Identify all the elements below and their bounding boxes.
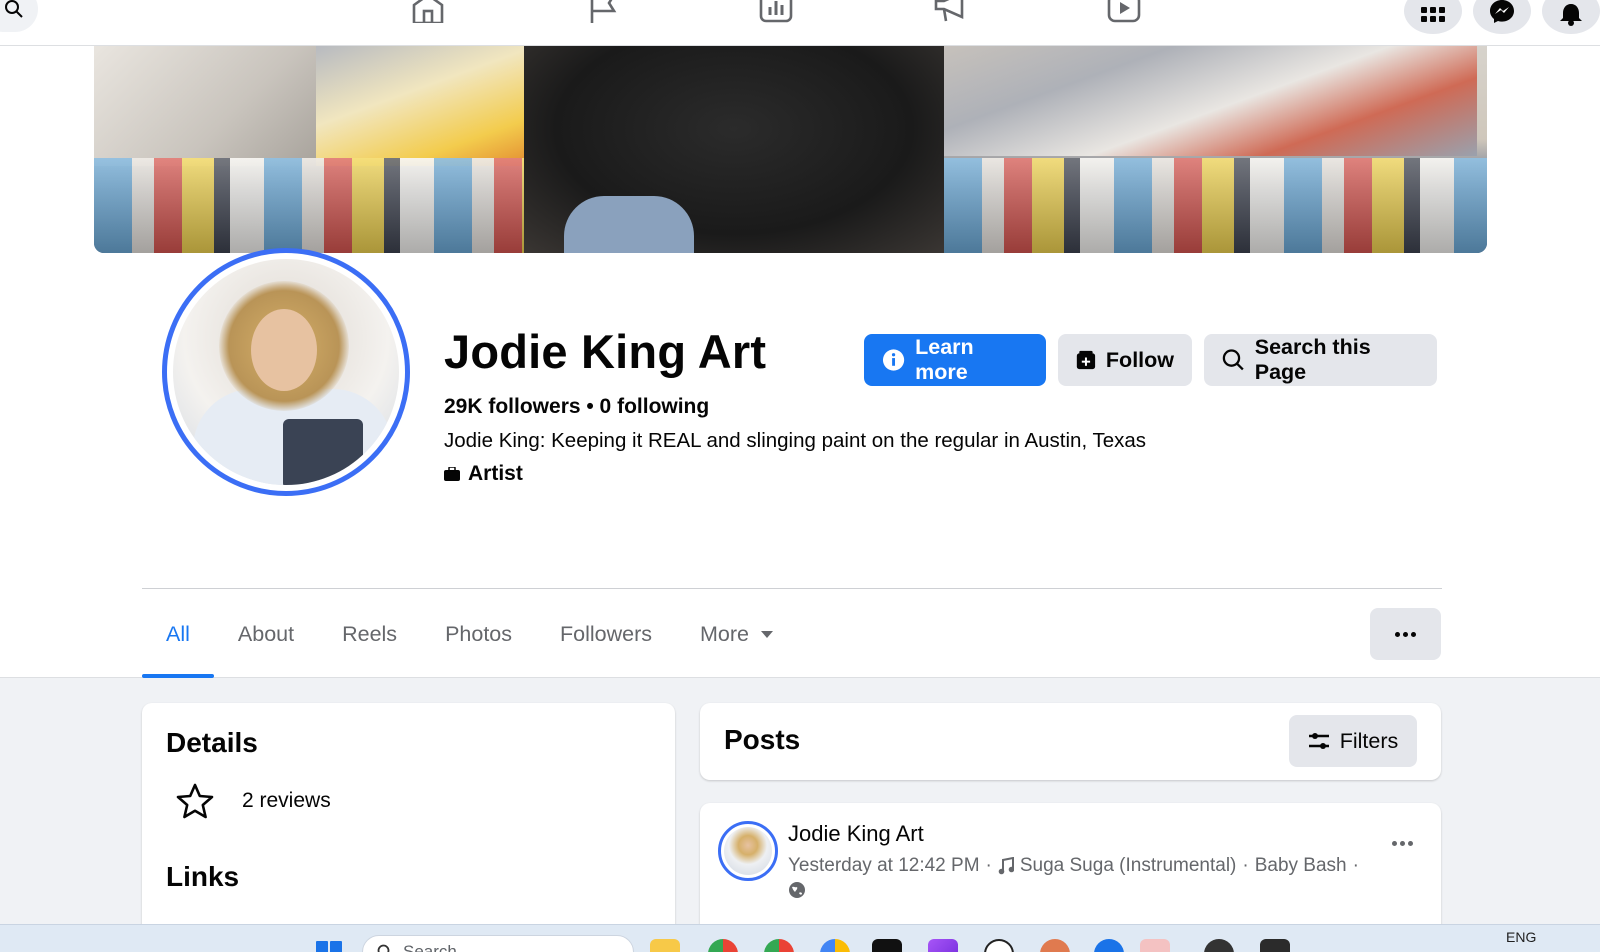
messenger-button[interactable]: [1473, 0, 1531, 34]
claude-icon[interactable]: [1040, 939, 1070, 952]
separator: ·: [1242, 855, 1249, 876]
menu-button[interactable]: [1404, 0, 1462, 34]
video-icon: [1107, 0, 1141, 23]
details-card: Details 2 reviews Links: [142, 703, 675, 952]
info-icon: [882, 349, 905, 371]
tab-followers[interactable]: Followers: [536, 590, 676, 678]
briefcase-icon: [444, 467, 460, 481]
tab-about[interactable]: About: [214, 590, 318, 678]
separator: ·: [985, 855, 992, 876]
home-icon: [412, 0, 444, 23]
globe-icon: [789, 882, 805, 898]
tab-followers-label: Followers: [560, 621, 652, 646]
chart-icon: [759, 0, 793, 23]
followers-count[interactable]: 29K followers • 0 following: [444, 395, 709, 419]
os-taskbar: Search ENG: [0, 924, 1600, 952]
follow-label: Follow: [1105, 347, 1174, 372]
tab-reels[interactable]: Reels: [318, 590, 421, 678]
terminal-icon[interactable]: [1260, 939, 1290, 952]
nav-pages[interactable]: [582, 0, 622, 24]
music-note-icon: [998, 857, 1014, 875]
messenger-icon: [1490, 0, 1514, 23]
post-song[interactable]: Suga Suga (Instrumental): [1020, 855, 1237, 877]
caret-down-icon: [760, 630, 773, 638]
post-meta: Yesterday at 12:42 PM · Suga Suga (Instr…: [788, 855, 1359, 877]
notifications-button[interactable]: [1542, 0, 1600, 34]
header-divider: [142, 588, 1442, 589]
chatgpt-icon[interactable]: [984, 939, 1014, 952]
search-page-button[interactable]: Search this Page: [1204, 334, 1437, 386]
post-timestamp[interactable]: Yesterday at 12:42 PM: [788, 855, 980, 877]
tab-reels-label: Reels: [342, 621, 398, 646]
file-explorer-icon[interactable]: [650, 939, 680, 952]
details-title: Details: [166, 727, 258, 758]
top-navigation-bar: [0, 0, 1600, 46]
menu-grid-icon: [1421, 7, 1445, 22]
sliders-icon: [1308, 733, 1329, 749]
tab-more-label: More: [700, 621, 749, 646]
chrome-icon[interactable]: [820, 939, 850, 952]
nav-ads[interactable]: [930, 0, 970, 24]
search-icon: [1222, 349, 1244, 371]
category-label: Artist: [468, 462, 523, 485]
page-category: Artist: [444, 462, 523, 486]
language-indicator[interactable]: ENG: [1506, 929, 1536, 945]
nav-insights[interactable]: [756, 0, 796, 24]
post-author-avatar[interactable]: [718, 821, 778, 881]
tab-about-label: About: [237, 621, 295, 646]
nav-home[interactable]: [408, 0, 448, 24]
follow-icon: [1076, 350, 1096, 370]
windows-start-icon[interactable]: [316, 941, 342, 952]
tab-more[interactable]: More: [676, 590, 797, 678]
post-options-button[interactable]: [1392, 841, 1413, 846]
taskbar-search[interactable]: Search: [362, 935, 634, 952]
app-icon[interactable]: [1140, 939, 1170, 952]
megaphone-icon: [934, 0, 964, 22]
nav-video[interactable]: [1104, 0, 1144, 24]
app-icon[interactable]: [1204, 939, 1234, 952]
flag-icon: [590, 0, 617, 23]
separator: ·: [1352, 855, 1359, 876]
taskbar-search-placeholder: Search: [403, 942, 457, 952]
follow-button[interactable]: Follow: [1058, 334, 1192, 386]
post-song-artist[interactable]: Baby Bash: [1255, 855, 1347, 877]
learn-more-button[interactable]: Learn more: [864, 334, 1046, 386]
tab-photos[interactable]: Photos: [421, 590, 536, 678]
more-options-button[interactable]: [1370, 608, 1441, 660]
cover-photo[interactable]: [94, 46, 1487, 253]
links-title: Links: [166, 861, 240, 892]
search-page-label: Search this Page: [1254, 335, 1371, 384]
page-bio: Jodie King: Keeping it REAL and slinging…: [444, 429, 1147, 452]
posts-header-card: Posts Filters: [700, 703, 1441, 780]
search-button[interactable]: [0, 0, 38, 32]
reviews-count: 2 reviews: [242, 789, 331, 812]
ellipsis-icon: [1395, 631, 1400, 637]
app-icon[interactable]: [1094, 939, 1124, 952]
tab-photos-label: Photos: [445, 621, 512, 646]
tab-all[interactable]: All: [142, 590, 214, 678]
app-icon[interactable]: [872, 939, 902, 952]
learn-more-label: Learn more: [915, 335, 974, 384]
profile-picture[interactable]: [162, 248, 410, 496]
app-icon[interactable]: [928, 939, 958, 952]
filters-button[interactable]: Filters: [1289, 715, 1417, 767]
page-title: Jodie King Art: [444, 325, 767, 378]
chrome-icon[interactable]: [708, 939, 738, 952]
ellipsis-icon: [1392, 841, 1397, 846]
tab-all-label: All: [166, 621, 190, 646]
page-tabs: All About Reels Photos Followers More: [142, 590, 797, 678]
reviews-row[interactable]: 2 reviews: [176, 783, 331, 819]
filters-label: Filters: [1339, 728, 1399, 753]
search-icon: [5, 0, 23, 18]
bell-icon: [1560, 4, 1582, 26]
chrome-icon[interactable]: [764, 939, 794, 952]
post-author-name[interactable]: Jodie King Art: [788, 821, 924, 847]
posts-title: Posts: [724, 724, 801, 755]
search-icon: [377, 944, 390, 952]
star-icon: [176, 783, 214, 819]
